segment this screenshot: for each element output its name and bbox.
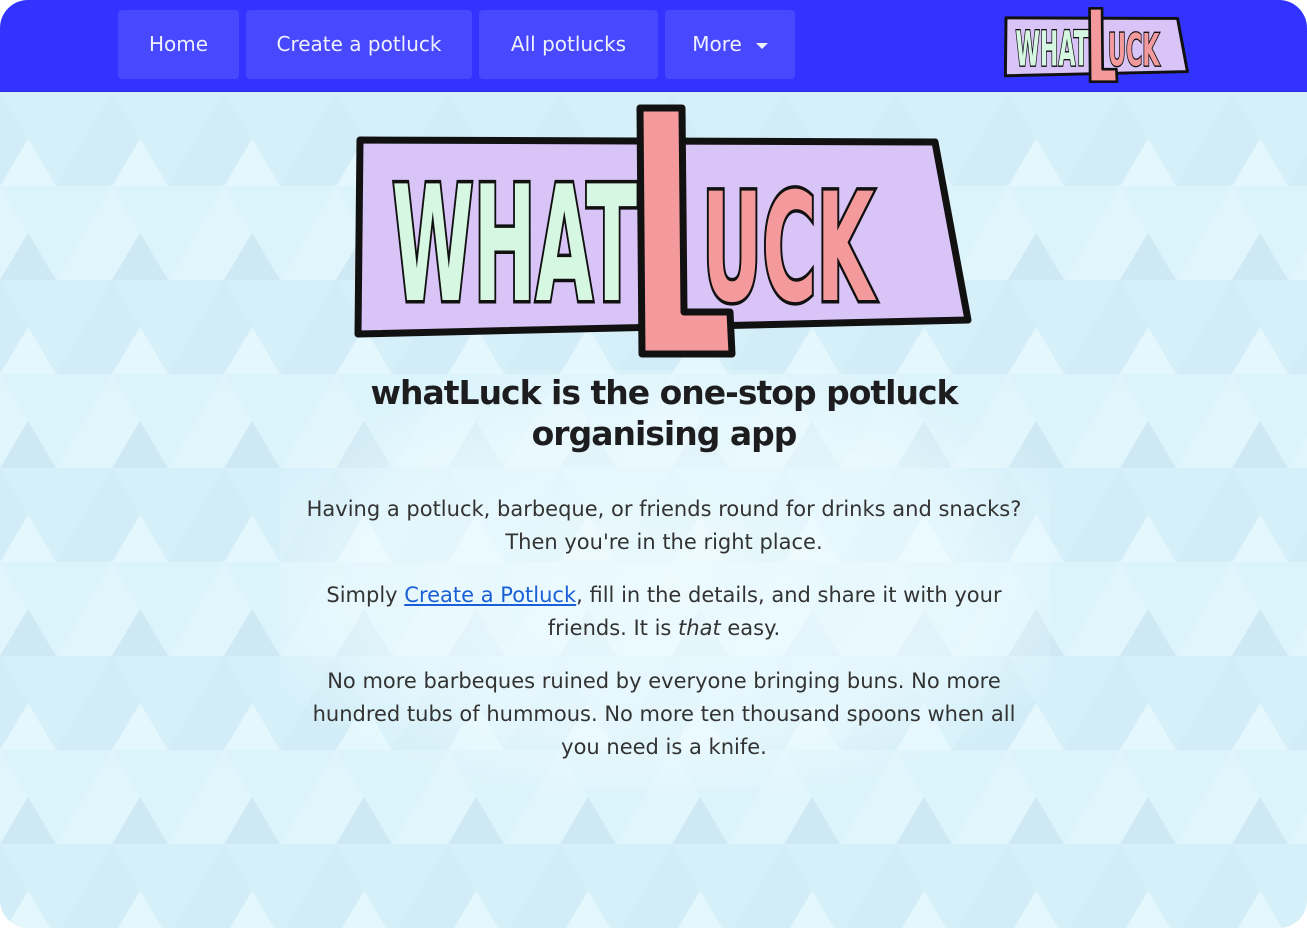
create-potluck-link[interactable]: Create a Potluck: [404, 583, 576, 607]
intro-paragraph: Having a potluck, barbeque, or friends r…: [306, 497, 1022, 554]
svg-text:UCK: UCK: [1108, 24, 1160, 77]
whatluck-logo-small[interactable]: WHAT UCK: [1003, 6, 1191, 84]
logo-uck-text: UCK: [702, 162, 876, 336]
instructions-emphasis: that: [678, 616, 721, 640]
logo-what-text: WHAT: [392, 151, 637, 338]
app-window: Home Create a potluck All potlucks More …: [0, 0, 1307, 928]
nav-create-potluck-button[interactable]: Create a potluck: [246, 10, 472, 79]
instructions-paragraph: Simply Create a Potluck, fill in the det…: [290, 579, 1038, 645]
nav-more-label: More: [692, 32, 742, 56]
svg-text:WHAT: WHAT: [1016, 23, 1089, 78]
caret-down-icon: [755, 42, 768, 49]
nav-all-potlucks-button[interactable]: All potlucks: [479, 10, 658, 79]
top-navbar: Home Create a potluck All potlucks More …: [0, 0, 1307, 92]
whatluck-logo-large: WHAT UCK: [354, 104, 972, 358]
page-headline: whatLuck is the one-stop potluck organis…: [370, 373, 959, 453]
instructions-suffix: easy.: [720, 616, 781, 640]
nav-home-button[interactable]: Home: [118, 10, 239, 79]
nav-more-dropdown[interactable]: More: [665, 10, 795, 79]
benefits-paragraph: No more barbeques ruined by everyone bri…: [312, 669, 1016, 759]
instructions-prefix: Simply: [326, 583, 405, 607]
